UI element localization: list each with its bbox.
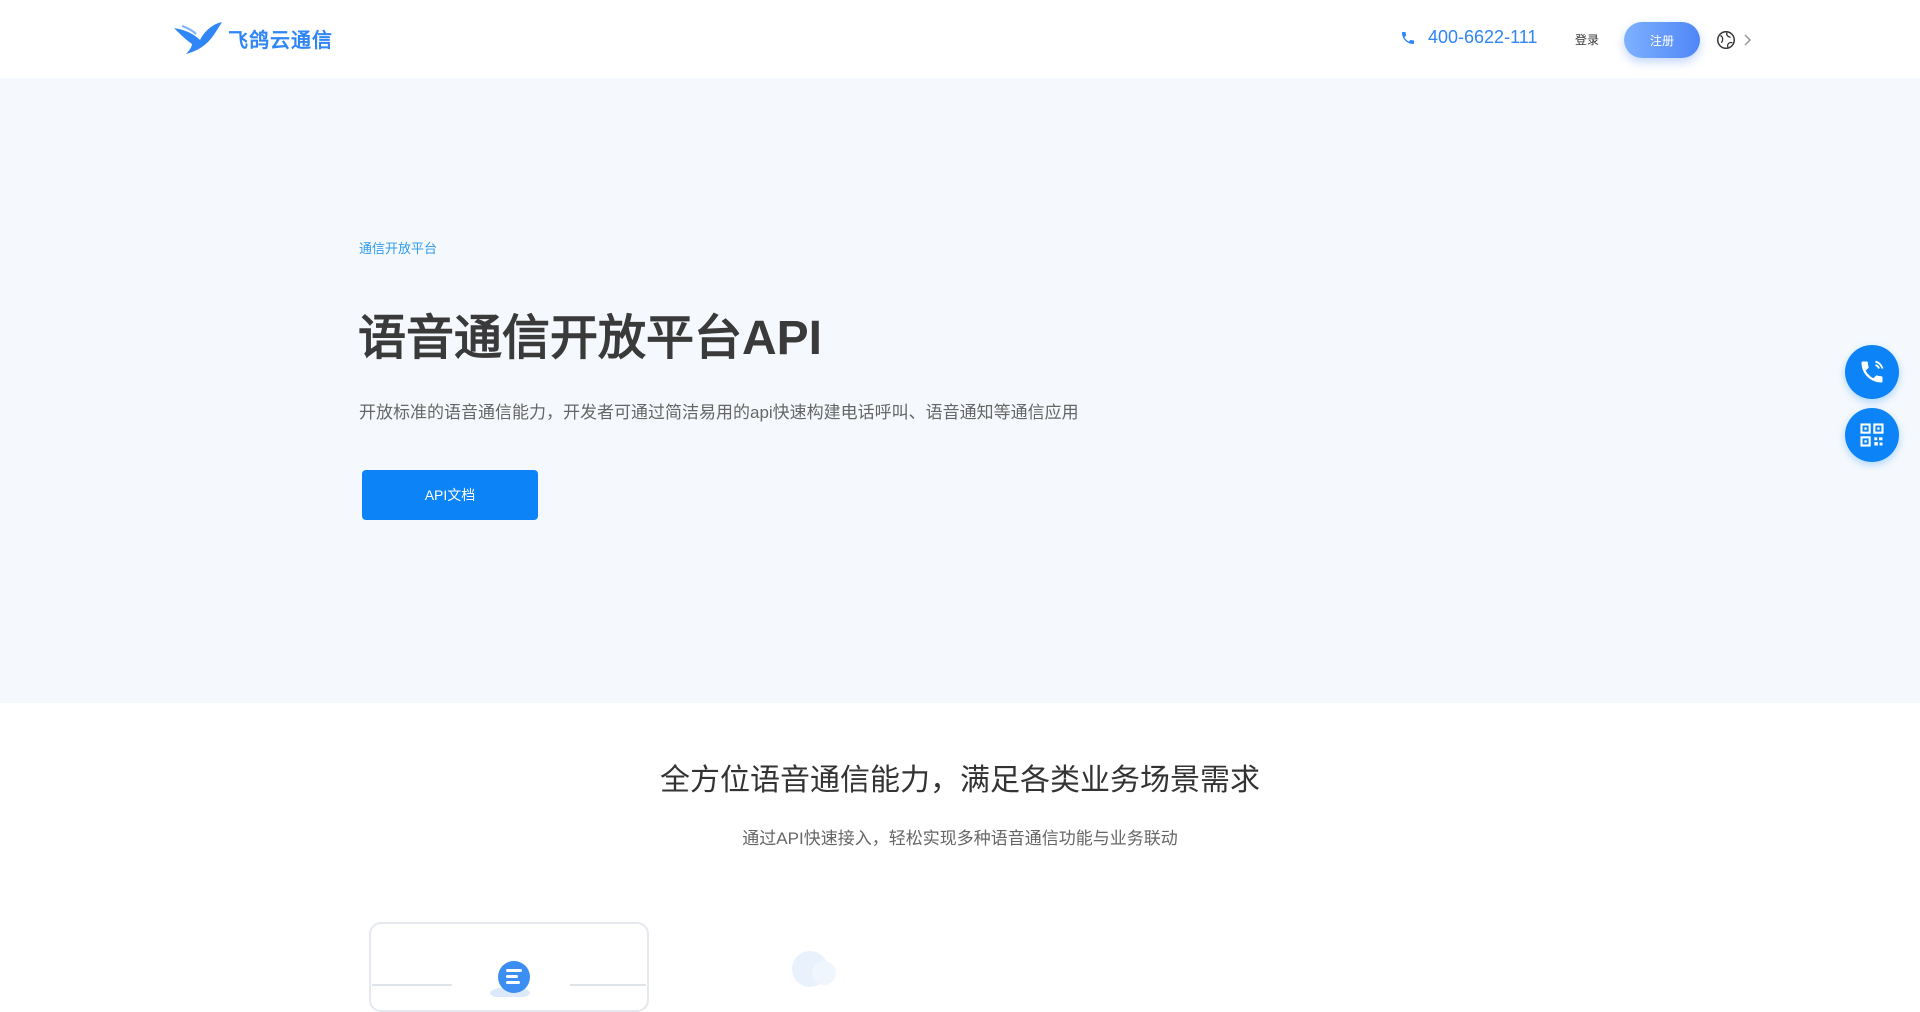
- phone-number: 400-6622-111: [1428, 27, 1538, 47]
- api-docs-button[interactable]: API文档: [362, 470, 538, 520]
- section-subtitle: 通过API快速接入，轻松实现多种语音通信功能与业务联动: [742, 829, 1178, 848]
- logo[interactable]: 飞鸽云通信: [172, 18, 333, 58]
- site-header: 飞鸽云通信 400-6622-111 登录 注册: [0, 0, 1920, 78]
- chevron-right-icon: [1744, 34, 1752, 46]
- bird-logo-icon: [174, 22, 222, 54]
- hero-description: 开放标准的语音通信能力，开发者可通过简洁易用的api快速构建电话呼叫、语音通知等…: [359, 403, 1079, 422]
- cloud-icon: [792, 951, 836, 987]
- hero-section: 通信开放平台 语音通信开放平台API 开放标准的语音通信能力，开发者可通过简洁易…: [0, 78, 1920, 703]
- float-qr-button[interactable]: [1845, 408, 1899, 462]
- section-title: 全方位语音通信能力，满足各类业务场景需求: [660, 764, 1260, 797]
- card-divider-left: [372, 984, 452, 986]
- header-phone[interactable]: 400-6622-111: [1400, 27, 1537, 48]
- document-stack-icon: [490, 961, 530, 997]
- globe-icon: [1717, 31, 1735, 49]
- register-button[interactable]: 注册: [1624, 22, 1700, 58]
- hero-title: 语音通信开放平台API: [358, 312, 823, 365]
- float-phone-button[interactable]: [1845, 345, 1899, 399]
- language-switcher[interactable]: [1715, 29, 1753, 51]
- qr-code-icon: [1860, 423, 1884, 447]
- login-link[interactable]: 登录: [1575, 31, 1599, 48]
- logo-text: 飞鸽云通信: [228, 27, 333, 52]
- phone-icon: [1402, 31, 1414, 44]
- phone-call-icon: [1861, 360, 1884, 383]
- hero-eyebrow: 通信开放平台: [359, 241, 438, 256]
- card-divider-right: [570, 984, 646, 986]
